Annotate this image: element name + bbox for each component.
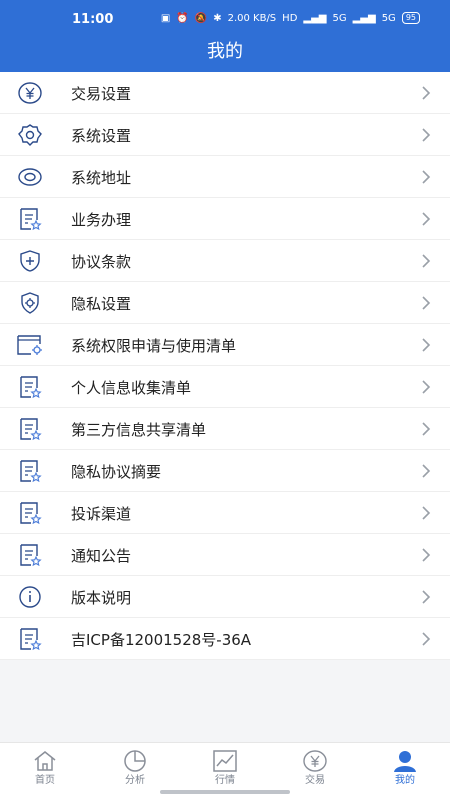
user-icon [392, 749, 418, 773]
yuan-circle-icon [302, 749, 328, 773]
menu-item[interactable]: 系统权限申请与使用清单 [0, 324, 450, 366]
menu-item-label: 系统设置 [71, 127, 132, 145]
menu-item[interactable]: 版本说明 [0, 576, 450, 618]
bluetooth-icon: ✱ [213, 12, 222, 24]
menu-item[interactable]: 系统地址 [0, 156, 450, 198]
menu-item[interactable]: 吉ICP备12001528号-36A [0, 618, 450, 660]
menu-item[interactable]: 个人信息收集清单 [0, 366, 450, 408]
settings-menu: 交易设置系统设置系统地址业务办理协议条款隐私设置系统权限申请与使用清单 个人信息收… [0, 72, 450, 660]
tab-label: 交易 [305, 775, 325, 786]
chevron-right-icon [420, 85, 432, 101]
menu-item-label: 系统权限申请与使用清单 [71, 337, 237, 355]
menu-item-label: 交易设置 [71, 85, 132, 103]
status-bar: 11:00 ▣ ⏰ 🔕 ✱ 2.00 KB/S HD ▂▄▆ 5G ▂▄▆ 5G… [0, 0, 450, 36]
chevron-right-icon [420, 127, 432, 143]
menu-item-label: 版本说明 [71, 589, 132, 607]
menu-item-label: 业务办理 [71, 211, 132, 229]
signal-icon: ▂▄▆ [352, 12, 376, 24]
shield-plus-icon [16, 248, 44, 274]
menu-item-label: 个人信息收集清单 [71, 379, 192, 397]
menu-item[interactable]: 隐私协议摘要 [0, 450, 450, 492]
tab-4[interactable]: 我的 [360, 743, 450, 800]
chevron-right-icon [420, 589, 432, 605]
menu-item[interactable]: 协议条款 [0, 240, 450, 282]
home-icon [32, 749, 58, 773]
hd-badge: HD [282, 12, 298, 24]
menu-item[interactable]: 业务办理 [0, 198, 450, 240]
chevron-right-icon [420, 379, 432, 395]
tab-label: 分析 [125, 775, 145, 786]
pie-chart-icon [122, 749, 148, 773]
chevron-right-icon [420, 169, 432, 185]
menu-item[interactable]: 系统设置 [0, 114, 450, 156]
menu-item-label: 吉ICP备12001528号-36A [71, 631, 252, 649]
menu-item-label: 通知公告 [71, 547, 132, 565]
chevron-right-icon [420, 547, 432, 563]
menu-item-label: 隐私设置 [71, 295, 132, 313]
chevron-right-icon [420, 631, 432, 647]
nfc-icon: ▣ [160, 12, 171, 24]
signal-label-2: 5G [381, 12, 396, 24]
net-speed: 2.00 KB/S [227, 12, 277, 24]
shield-gear-icon [16, 290, 44, 316]
signal-label-1: 5G [332, 12, 347, 24]
chevron-right-icon [420, 337, 432, 353]
document-star-icon [16, 458, 44, 484]
status-icons: ▣ ⏰ 🔕 ✱ 2.00 KB/S HD ▂▄▆ 5G ▂▄▆ 5G 95 [161, 12, 420, 24]
gear-icon [16, 122, 44, 148]
chevron-right-icon [420, 295, 432, 311]
home-indicator [160, 790, 290, 794]
tab-label: 行情 [215, 775, 235, 786]
window-gear-icon [16, 332, 44, 358]
line-chart-icon [212, 749, 238, 773]
chevron-right-icon [420, 421, 432, 437]
page-header: 我的 [0, 36, 450, 72]
document-star-icon [16, 542, 44, 568]
menu-item[interactable]: 第三方信息共享清单 [0, 408, 450, 450]
document-star-icon [16, 626, 44, 652]
menu-item-label: 协议条款 [71, 253, 132, 271]
tab-label: 我的 [395, 775, 415, 786]
tab-label: 首页 [35, 775, 55, 786]
tab-0[interactable]: 首页 [0, 743, 90, 800]
document-star-icon [16, 500, 44, 526]
signal-icon: ▂▄▆ [303, 12, 327, 24]
menu-item[interactable]: 通知公告 [0, 534, 450, 576]
yuan-circle-icon [16, 80, 44, 106]
chevron-right-icon [420, 253, 432, 269]
chevron-right-icon [420, 505, 432, 521]
eye-icon [16, 164, 44, 190]
menu-item-label: 第三方信息共享清单 [71, 421, 207, 439]
document-star-icon [16, 416, 44, 442]
alarm-icon: ⏰ [176, 12, 189, 24]
battery-level: 95 [401, 12, 420, 24]
document-star-icon [16, 374, 44, 400]
document-star-icon [16, 206, 44, 232]
menu-item-label: 隐私协议摘要 [71, 463, 162, 481]
status-time: 11:00 [72, 12, 114, 27]
menu-item-label: 投诉渠道 [71, 505, 132, 523]
chevron-right-icon [420, 211, 432, 227]
mute-icon: 🔕 [194, 12, 208, 24]
menu-item[interactable]: 投诉渠道 [0, 492, 450, 534]
chevron-right-icon [420, 463, 432, 479]
menu-item-label: 系统地址 [71, 169, 132, 187]
menu-item[interactable]: 隐私设置 [0, 282, 450, 324]
page-title: 我的 [207, 41, 243, 62]
menu-item[interactable]: 交易设置 [0, 72, 450, 114]
info-circle-icon [16, 584, 44, 610]
